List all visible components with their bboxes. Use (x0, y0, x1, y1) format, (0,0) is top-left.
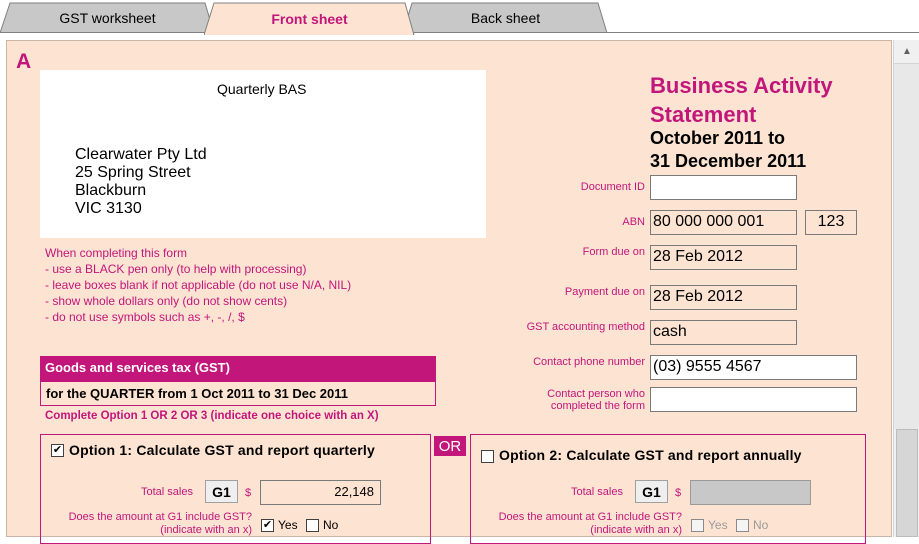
tab-back-sheet-label: Back sheet (470, 9, 541, 26)
instructions-heading: When completing this form (45, 246, 188, 260)
statement-period-line-2: 31 December 2011 (650, 151, 807, 171)
tab-front-sheet[interactable]: Front sheet (204, 2, 415, 35)
statement-period-line-1: October 2011 to (650, 128, 786, 148)
address-title: Quarterly BAS (217, 81, 307, 97)
contact-person-label-line-2: completed the form (550, 400, 645, 412)
instruction-item: - do not use symbols such as +, -, /, $ (45, 310, 245, 324)
option-2-total-sales-field (690, 480, 811, 505)
statement-title-line-2: Statement (650, 102, 757, 127)
option-1-include-gst-question: Does the amount at G1 include GST? (indi… (50, 511, 252, 537)
option-1-total-sales-label: Total sales (141, 486, 193, 498)
payment-due-field: 28 Feb 2012 (650, 285, 797, 310)
option-2-no-label: No (753, 518, 769, 532)
option-2-total-sales-label: Total sales (571, 486, 623, 498)
statement-period: October 2011 to 31 December 2011 (650, 127, 806, 173)
gst-method-field: cash (650, 320, 797, 345)
scroll-thumb[interactable] (896, 429, 918, 537)
vertical-scrollbar[interactable]: ▲ (893, 40, 919, 537)
contact-person-field[interactable] (650, 387, 857, 412)
abn-branch-field: 123 (805, 210, 857, 235)
option-2-yes-label: Yes (708, 518, 728, 532)
option-2-yes-checkbox (691, 519, 704, 532)
gst-heading: Goods and services tax (GST) (40, 356, 436, 381)
option-1-include-gst-line-2: (indicate with an x) (160, 524, 252, 536)
form-due-label: Form due on (582, 246, 645, 258)
statement-title: Business Activity Statement (650, 71, 833, 129)
form-due-field: 28 Feb 2012 (650, 245, 797, 270)
payment-due-label: Payment due on (564, 286, 645, 298)
contact-phone-label: Contact phone number (533, 356, 645, 368)
checkmark-icon: ✔ (262, 519, 273, 531)
abn-field: 80 000 000 001 (650, 210, 797, 235)
statement-title-line-1: Business Activity (650, 73, 833, 98)
contact-phone-field[interactable]: (03) 9555 4567 (650, 355, 857, 380)
option-2-g1-label: G1 (635, 480, 668, 503)
instruction-item: - use a BLACK pen only (to help with pro… (45, 262, 307, 276)
tab-baseline (0, 32, 919, 33)
or-badge: OR (434, 436, 466, 456)
instruction-item: - leave boxes blank if not applicable (d… (45, 278, 352, 292)
document-id-field[interactable] (650, 175, 797, 200)
gst-quarter-period: for the QUARTER from 1 Oct 2011 to 31 De… (40, 381, 436, 406)
address-line-1: Clearwater Pty Ltd (75, 146, 207, 163)
scroll-track[interactable] (894, 64, 919, 429)
option-2-title: Option 2: Calculate GST and report annua… (499, 447, 802, 463)
tab-gst-worksheet[interactable]: GST worksheet (0, 2, 215, 33)
option-1-yes-label: Yes (278, 518, 298, 532)
option-2-dollar-sign: $ (675, 487, 682, 499)
address-line-3: Blackburn (75, 182, 147, 199)
document-id-label: Document ID (580, 181, 645, 193)
address-line-2: 25 Spring Street (75, 164, 191, 181)
option-1-yes-checkbox[interactable]: ✔ (261, 519, 274, 532)
option-1-no-label: No (323, 518, 339, 532)
tab-bar: GST worksheet Back sheet Front sheet (0, 0, 919, 35)
gst-method-label: GST accounting method (526, 321, 645, 333)
option-1-no-checkbox[interactable] (306, 519, 319, 532)
option-2-include-gst-line-1: Does the amount at G1 include GST? (498, 511, 682, 523)
option-instruction: Complete Option 1 OR 2 OR 3 (indicate on… (45, 410, 379, 422)
option-1-total-sales-field: 22,148 (260, 480, 381, 505)
instruction-item: - show whole dollars only (do not show c… (45, 294, 288, 308)
section-letter: A (16, 50, 32, 73)
abn-label: ABN (622, 216, 645, 228)
option-1-title: Option 1: Calculate GST and report quart… (69, 442, 375, 458)
option-1-dollar-sign: $ (245, 487, 252, 499)
option-2-include-gst-question: Does the amount at G1 include GST? (indi… (480, 511, 682, 537)
address-line-4: VIC 3130 (75, 200, 142, 217)
option-1-checkbox[interactable]: ✔ (51, 444, 64, 457)
option-2-no-checkbox (736, 519, 749, 532)
tab-back-sheet[interactable]: Back sheet (403, 2, 608, 33)
option-2-include-gst-line-2: (indicate with an x) (590, 524, 682, 536)
tab-front-sheet-label: Front sheet (271, 10, 348, 27)
option-2-checkbox[interactable] (481, 450, 494, 463)
scroll-up-arrow-icon[interactable]: ▲ (894, 40, 919, 64)
option-1-include-gst-line-1: Does the amount at G1 include GST? (68, 511, 252, 523)
tab-gst-worksheet-label: GST worksheet (59, 9, 156, 26)
option-1-g1-label: G1 (205, 480, 238, 503)
contact-person-label-line-1: Contact person who (547, 388, 645, 400)
checkmark-icon: ✔ (52, 444, 63, 456)
contact-person-label: Contact person who completed the form (500, 388, 645, 412)
